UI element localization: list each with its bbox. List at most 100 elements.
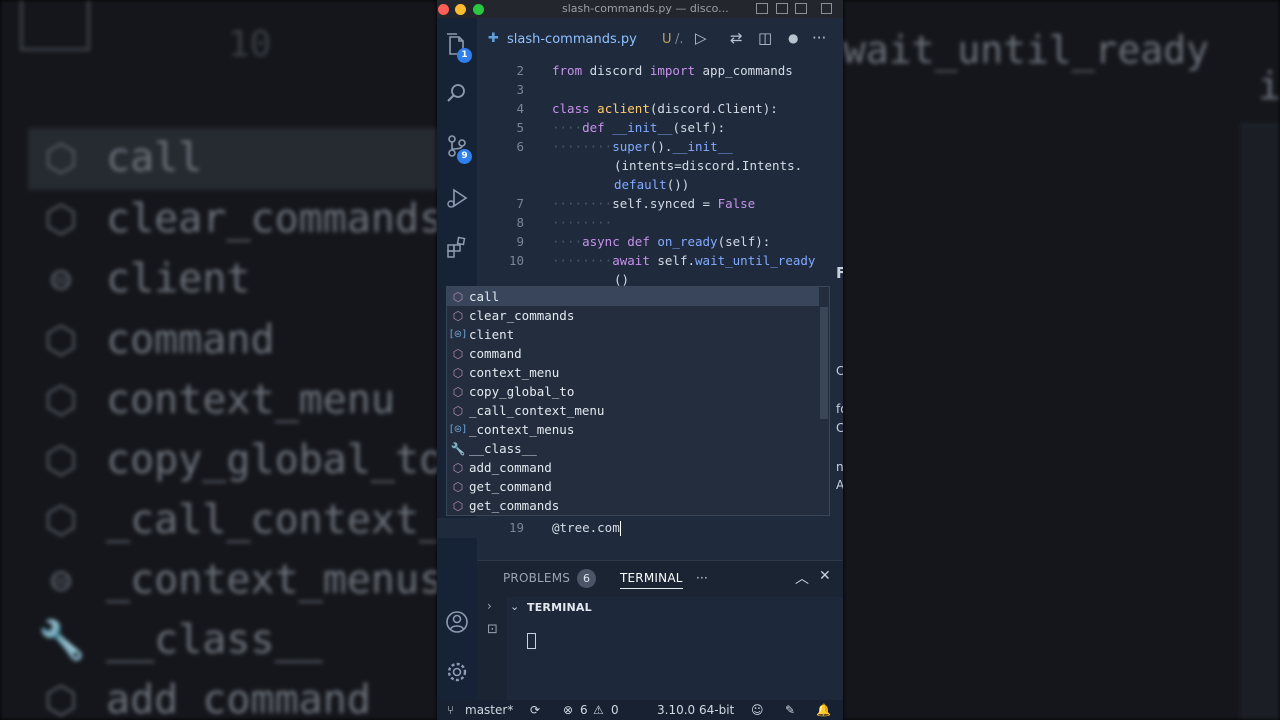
terminal-cursor [527,633,536,649]
background-zoom-left: 10 ⬡ call ⬡ clear_commands ⊜ client ⬡ comman… [0,0,437,720]
code-line: () [614,272,630,287]
chevron-down-icon[interactable]: ⌄ [510,600,519,613]
unsaved-dot-icon[interactable]: ● [788,31,798,45]
suggest-item[interactable]: ⬡ context_menu [447,363,819,382]
feedback-icon[interactable]: ✎ [785,703,795,717]
panel-more-icon[interactable]: ··· [696,571,708,585]
cube-icon: ⬡ [452,289,464,304]
suggest-scrollbar[interactable] [820,307,828,419]
grid-icon [20,0,90,51]
suggest-item[interactable]: ⬡ add_command [447,458,819,477]
problems-count-badge: 6 [577,569,596,588]
line-number: 10 [508,253,524,268]
code-line: ····def __init__(self): [552,120,726,135]
bg-item: ⬡ context_menu [38,370,395,430]
customize-layout-icon[interactable] [821,3,832,14]
bg-item: ⊜ _context_menus [38,550,437,610]
wrench-icon: 🔧 [38,618,86,662]
python-file-icon: ✚ [488,31,499,46]
git-branch[interactable]: master* [465,703,513,717]
error-count[interactable]: 6 [580,703,588,717]
hover-text: C [836,421,843,435]
tab-filename[interactable]: slash-commands.py [507,32,637,47]
extensions-icon[interactable] [443,236,471,264]
autocomplete-suggest-widget: ⬡ call ⬡ clear_commands [⊜] client ⬡ command… [446,286,830,516]
tab-terminal[interactable]: TERMINAL [620,571,683,589]
settings-gear-icon[interactable] [443,660,471,688]
code-line: class aclient(discord.Client): [552,101,778,116]
cube-icon: ⬡ [44,378,78,422]
maximize-panel-icon[interactable]: ︿ [795,568,809,588]
cube-icon: ⬡ [44,136,78,180]
cube-icon: ⬡ [452,308,464,323]
variable-icon: [⊜] [449,329,467,340]
line-number: 8 [516,215,524,230]
split-editor-icon[interactable]: ◫ [758,29,772,47]
line-number: 5 [516,120,524,135]
toggle-panel-icon[interactable] [776,3,788,14]
toggle-sidebar-icon[interactable] [756,3,768,14]
suggest-item[interactable]: ⬡ command [447,344,819,363]
warning-count[interactable]: 0 [611,703,619,717]
text-cursor [619,521,621,536]
close-panel-icon[interactable]: ✕ [819,568,831,584]
close-window-button[interactable] [438,4,449,15]
terminal-area[interactable]: ⌄ TERMINAL [507,597,843,701]
bg-panel [1240,124,1280,720]
wrench-icon: 🔧 [450,441,466,456]
bg-item: ⊜ client [38,249,251,309]
copilot-icon[interactable]: ☺ [751,703,764,717]
notifications-bell-icon[interactable]: 🔔 [816,703,831,717]
cube-icon: ⬡ [452,479,464,494]
suggest-item[interactable]: 🔧 __class__ [447,439,819,458]
code-line: ········super().__init__ [552,139,733,154]
sync-icon[interactable]: ⟳ [530,703,540,717]
background-zoom-right: wait_until_ready in R C fe C [843,0,1280,720]
variable-icon: ⊜ [49,558,73,602]
cube-icon: ⬡ [44,678,78,720]
suggest-item[interactable]: ⬡ get_commands [447,496,819,515]
python-interpreter[interactable]: 3.10.0 64-bit [657,703,734,717]
suggest-item[interactable]: [⊜] _context_menus [447,420,819,439]
hover-text: F [836,264,843,282]
run-file-icon[interactable]: ▷ [695,29,707,47]
line-number: 7 [516,196,524,211]
toggle-secondary-sidebar-icon[interactable] [795,3,807,14]
suggest-item[interactable]: ⬡ call [447,287,819,306]
warning-icon[interactable]: ⚠ [593,703,604,717]
code-line: from discord import app_commands [552,63,793,78]
error-icon[interactable]: ⊗ [563,703,573,717]
compare-changes-icon[interactable]: ⇄ [730,29,743,47]
hover-text: fo [836,402,843,416]
more-actions-icon[interactable]: ··· [812,29,826,47]
current-line-code: @tree.com [552,520,621,536]
tab-problems[interactable]: PROBLEMS [503,571,570,585]
explorer-badge: 1 [457,48,472,63]
bg-item: ⬡ clear_commands [38,189,437,249]
suggest-item[interactable]: ⬡ _call_context_menu [447,401,819,420]
terminal-header: TERMINAL [527,601,592,614]
source-control-badge: 9 [457,149,472,164]
cube-icon: ⬡ [44,318,78,362]
code-line: ········ [552,215,613,230]
account-icon[interactable] [443,610,471,638]
title-bar: slash-commands.py — disco... [437,0,843,18]
suggest-item[interactable]: ⬡ copy_global_to [447,382,819,401]
terminal-icon[interactable]: ⊡ [487,622,498,637]
hover-text: C [836,364,843,378]
zoom-window-button[interactable] [473,4,484,15]
search-icon[interactable] [443,82,471,110]
suggest-item[interactable]: ⬡ get_command [447,477,819,496]
expand-chevron-icon[interactable]: › [487,599,492,613]
suggest-item[interactable]: ⬡ clear_commands [447,306,819,325]
minimize-window-button[interactable] [455,4,466,15]
current-line[interactable]: 19 @tree.com [437,518,843,538]
cube-icon: ⬡ [44,498,78,542]
run-debug-icon[interactable] [443,186,471,214]
line-number: 19 [508,520,524,535]
code-line: default()) [614,177,690,192]
code-line: ····async def on_ready(self): [552,234,771,249]
status-bar: ⑂ master* ⟳ ⊗ 6 ⚠ 0 3.10.0 64-bit ☺ ✎ 🔔 [437,700,843,720]
bg-item: ⬡ _call_context_ [38,490,437,550]
suggest-item[interactable]: [⊜] client [447,325,819,344]
